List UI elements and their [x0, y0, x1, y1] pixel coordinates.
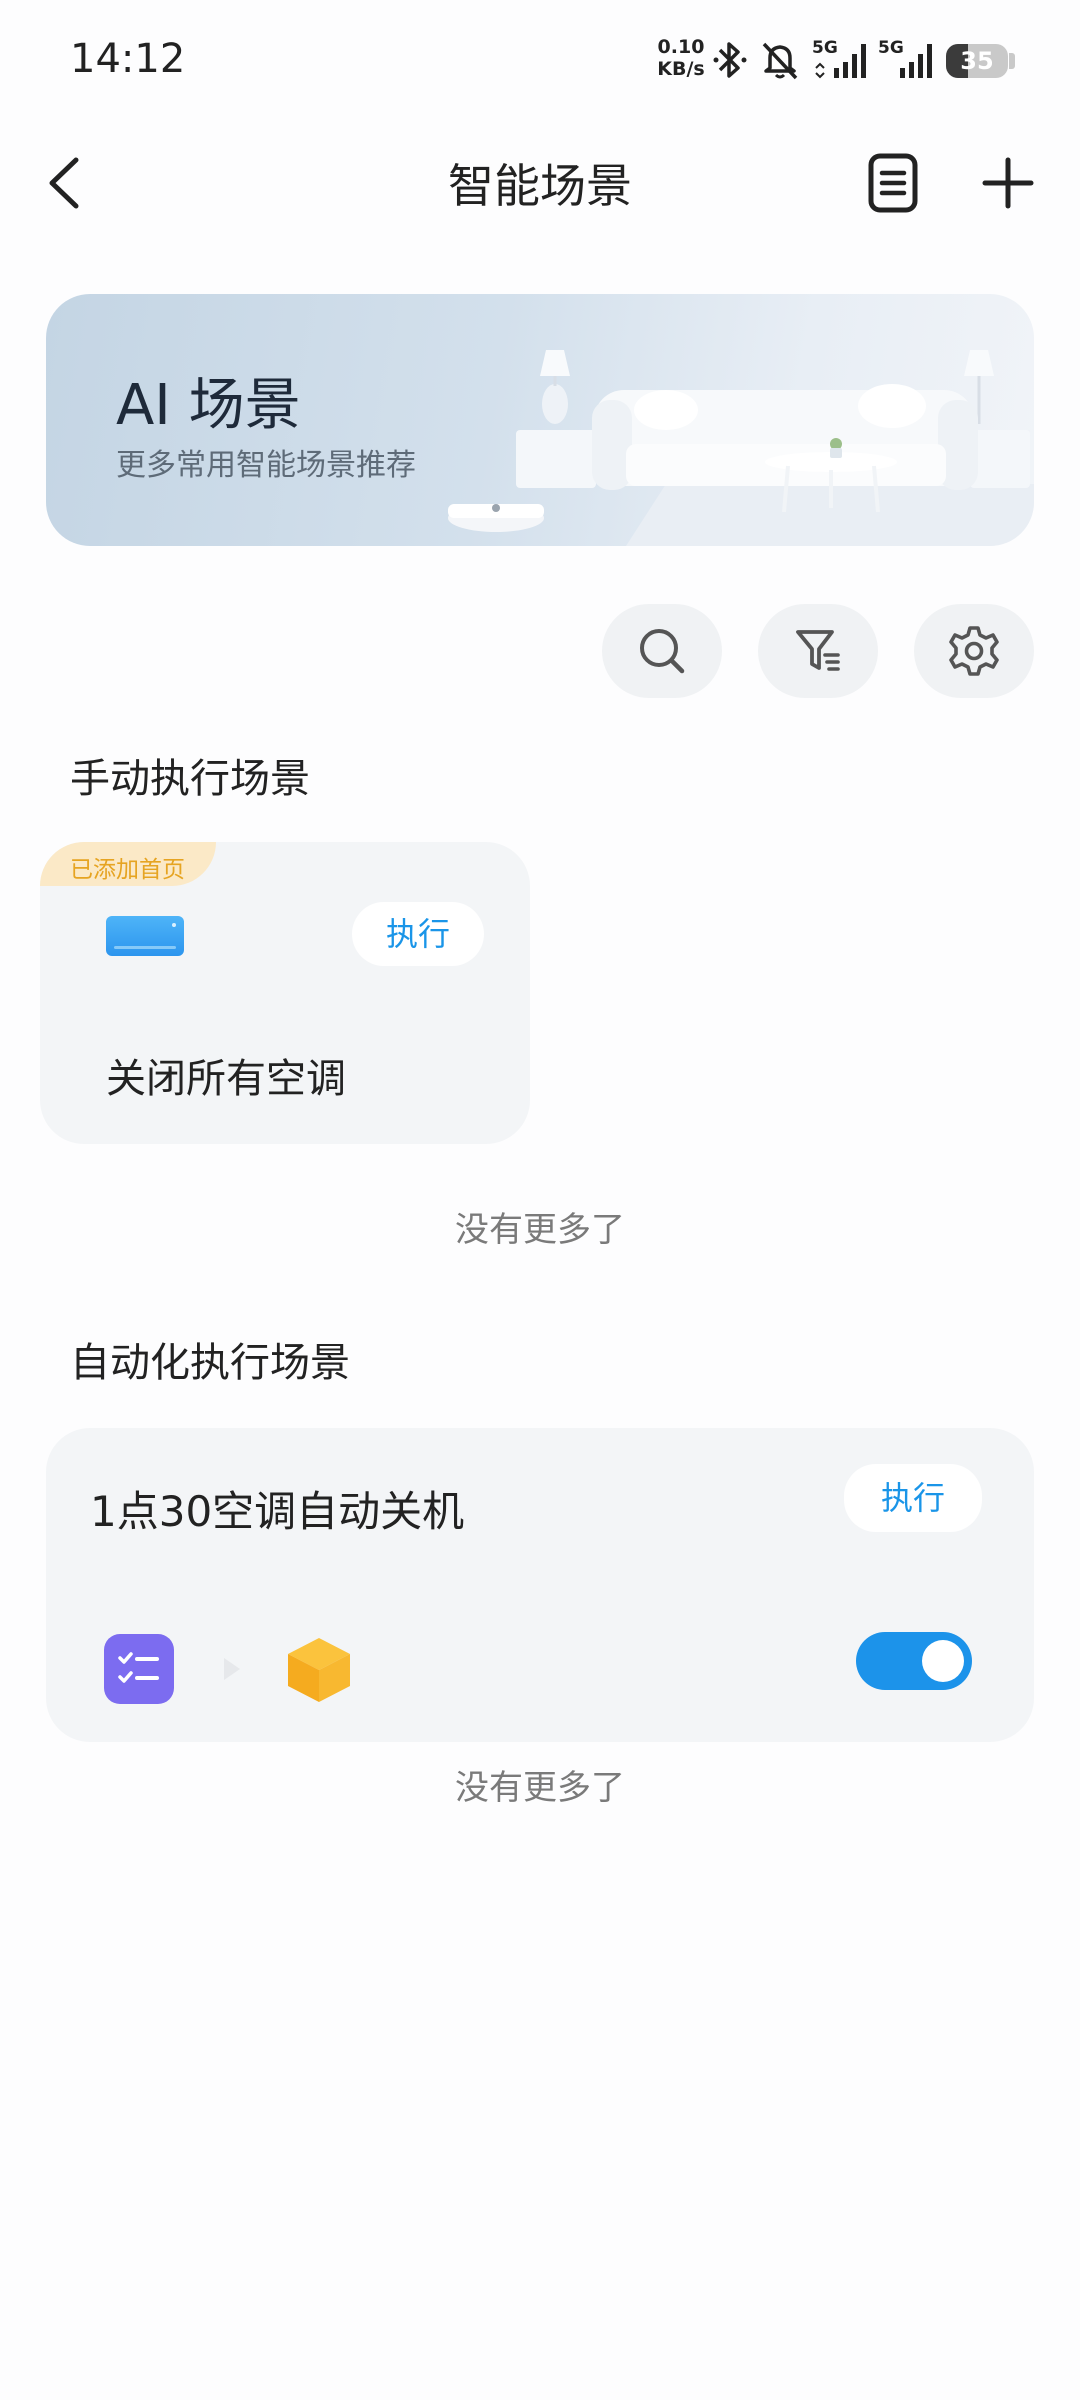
filter-icon [796, 630, 840, 671]
signal-5g-icon: 5G [812, 38, 872, 82]
network-speed-unit: KB/s [657, 58, 705, 80]
arrow-right-icon [224, 1658, 240, 1680]
auto-scene-toggle[interactable] [856, 1632, 972, 1690]
auto-scene-card[interactable]: 1点30空调自动关机 执行 [46, 1428, 1034, 1742]
filter-button[interactable] [758, 604, 878, 698]
add-scene-button[interactable] [980, 155, 1036, 211]
air-conditioner-icon [106, 916, 184, 956]
back-icon [49, 157, 79, 209]
battery-cap [1009, 53, 1015, 69]
home-added-badge-label: 已添加首页 [70, 857, 185, 883]
scene-name: 关闭所有空调 [106, 1056, 346, 1102]
manual-scene-card[interactable]: 已添加首页 执行 关闭所有空调 [40, 842, 530, 1144]
battery-level: 35 [960, 47, 994, 75]
signal-5g-icon: 5G [878, 38, 938, 82]
add-icon [982, 157, 1034, 209]
execute-button[interactable]: 执行 [844, 1464, 982, 1532]
battery-icon: 35 [946, 44, 1008, 78]
home-added-badge: 已添加首页 [40, 842, 216, 886]
manual-end-text: 没有更多了 [455, 1210, 625, 1250]
search-button[interactable] [602, 604, 722, 698]
banner-subtitle: 更多常用智能场景推荐 [116, 448, 416, 483]
status-time: 14:12 [70, 36, 186, 82]
page-title: 智能场景 [448, 159, 632, 213]
auto-end-text: 没有更多了 [455, 1768, 625, 1808]
bluetooth-icon [713, 42, 747, 78]
mute-bell-icon [762, 42, 798, 80]
log-icon [868, 153, 918, 213]
manual-section-title: 手动执行场景 [70, 756, 310, 802]
banner-title: AI 场景 [116, 373, 301, 438]
network-speed-value: 0.10 [657, 36, 705, 58]
search-icon [640, 629, 685, 674]
settings-icon [949, 626, 999, 676]
log-button[interactable] [866, 152, 920, 214]
ai-scene-banner[interactable]: AI 场景 更多常用智能场景推荐 [46, 294, 1034, 546]
checklist-icon [104, 1634, 174, 1704]
settings-button[interactable] [914, 604, 1034, 698]
back-button[interactable] [36, 148, 96, 218]
network-speed: 0.10 KB/s [655, 36, 707, 80]
device-box-icon [288, 1638, 350, 1702]
toggle-knob [922, 1640, 964, 1682]
scene-name: 1点30空调自动关机 [90, 1487, 465, 1536]
auto-section-title: 自动化执行场景 [70, 1340, 350, 1386]
execute-button[interactable]: 执行 [352, 902, 484, 966]
